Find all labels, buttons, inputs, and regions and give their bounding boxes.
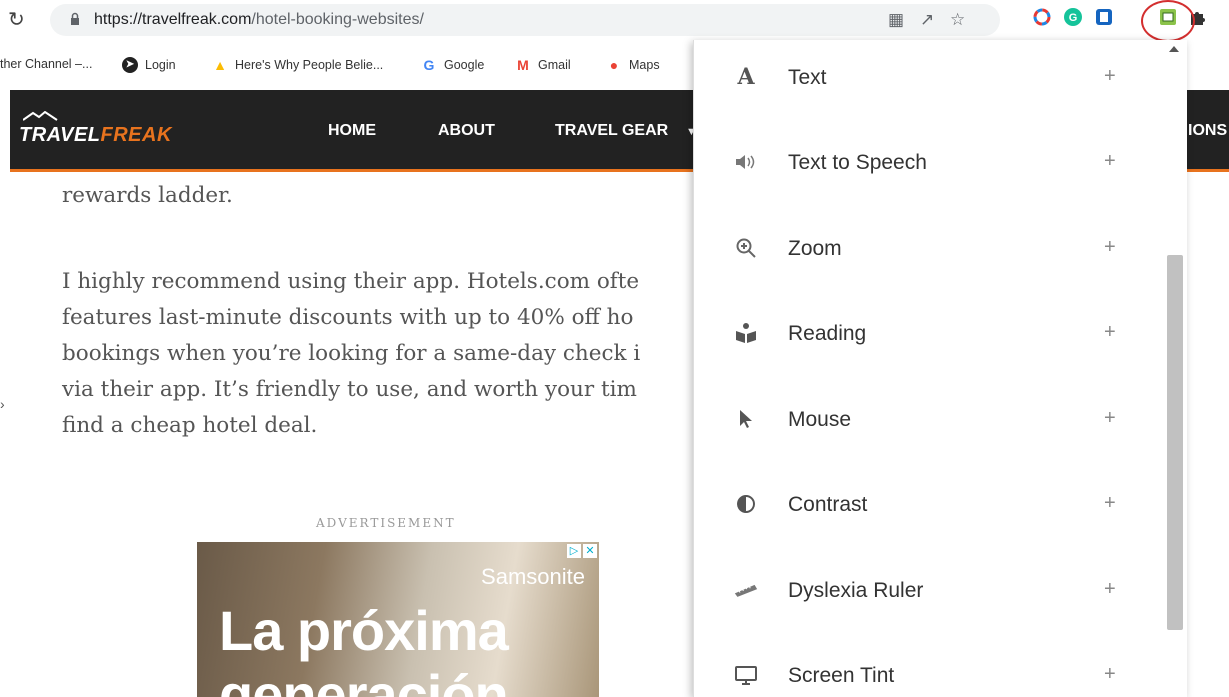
paragraph-line: bookings when you’re looking for a same-… bbox=[62, 341, 641, 366]
browser-toolbar: ↻ https://travelfreak.com/hotel-booking-… bbox=[0, 0, 1229, 42]
google-drive-icon: ▲ bbox=[213, 57, 227, 73]
cursor-icon bbox=[734, 407, 758, 431]
ad-info-icon[interactable]: ▷ bbox=[567, 544, 581, 558]
panel-item-screen-tint[interactable]: Screen Tint + bbox=[694, 655, 1164, 695]
panel-item-label: Mouse bbox=[788, 408, 852, 431]
paragraph-line: features last-minute discounts with up t… bbox=[62, 305, 634, 330]
reading-icon bbox=[734, 321, 758, 345]
maps-pin-icon: ● bbox=[609, 57, 619, 73]
url-text: https://travelfreak.com/hotel-booking-we… bbox=[94, 11, 424, 28]
speaker-icon bbox=[734, 150, 758, 174]
panel-item-label: Screen Tint bbox=[788, 664, 895, 687]
expand-plus-icon[interactable]: + bbox=[1104, 663, 1116, 686]
translate-icon[interactable]: ▦ bbox=[888, 10, 904, 30]
panel-item-label: Dyslexia Ruler bbox=[788, 579, 924, 602]
paragraph-line: I highly recommend using their app. Hote… bbox=[62, 269, 640, 294]
nav-home[interactable]: HOME bbox=[328, 122, 376, 140]
expand-plus-icon[interactable]: + bbox=[1104, 492, 1116, 515]
expand-plus-icon[interactable]: + bbox=[1104, 150, 1116, 173]
nav-about[interactable]: ABOUT bbox=[438, 122, 495, 140]
scrollbar-thumb[interactable] bbox=[1167, 255, 1183, 630]
ad-choices[interactable]: ▷ ✕ bbox=[567, 544, 597, 558]
bookmark-item[interactable]: G Google bbox=[421, 57, 485, 73]
expand-plus-icon[interactable]: + bbox=[1104, 578, 1116, 601]
address-bar[interactable]: https://travelfreak.com/hotel-booking-we… bbox=[50, 4, 1000, 36]
panel-item-zoom[interactable]: Zoom + bbox=[694, 228, 1164, 268]
bookmark-item[interactable]: ➤ Login bbox=[122, 57, 176, 73]
nav-item-truncated[interactable]: IONS bbox=[1188, 122, 1227, 140]
expand-plus-icon[interactable]: + bbox=[1104, 407, 1116, 430]
ad-close-icon[interactable]: ✕ bbox=[583, 544, 597, 558]
panel-item-label: Text bbox=[788, 66, 827, 89]
reload-icon[interactable]: ↻ bbox=[8, 7, 25, 32]
ad-headline: generación bbox=[219, 663, 509, 697]
panel-item-dyslexia-ruler[interactable]: Dyslexia Ruler + bbox=[694, 570, 1164, 610]
nav-travel-gear[interactable]: TRAVEL GEAR bbox=[555, 122, 668, 140]
grammarly-icon[interactable]: G bbox=[1063, 7, 1083, 27]
panel-item-label: Zoom bbox=[788, 237, 842, 260]
bookmark-extension-icon[interactable] bbox=[1094, 7, 1114, 27]
bookmark-item[interactable]: ther Channel –... bbox=[0, 57, 92, 71]
panel-item-label: Contrast bbox=[788, 493, 868, 516]
highlight-circle bbox=[1141, 0, 1195, 42]
ad-brand: Samsonite bbox=[481, 564, 585, 589]
expand-plus-icon[interactable]: + bbox=[1104, 321, 1116, 344]
ruler-icon bbox=[734, 578, 758, 602]
expand-plus-icon[interactable]: + bbox=[1104, 65, 1116, 88]
advertisement-label: ADVERTISEMENT bbox=[316, 516, 456, 530]
advertisement-banner[interactable]: ▷ ✕ Samsonite La próxima generación bbox=[197, 542, 599, 697]
gmail-icon: M bbox=[517, 57, 529, 73]
svg-text:G: G bbox=[1069, 12, 1078, 24]
bookmark-item[interactable]: ▲ Here's Why People Belie... bbox=[212, 57, 383, 73]
panel-item-label: Text to Speech bbox=[788, 151, 927, 174]
accessibility-panel: A Text + Text to Speech + Zoom + Reading… bbox=[693, 40, 1187, 697]
paragraph-line: find a cheap hotel deal. bbox=[62, 413, 318, 438]
panel-item-text[interactable]: A Text + bbox=[694, 57, 1164, 97]
paragraph-line: via their app. It’s friendly to use, and… bbox=[62, 377, 637, 402]
contrast-icon bbox=[734, 492, 758, 516]
star-icon[interactable]: ☆ bbox=[950, 10, 965, 30]
mountain-icon bbox=[23, 111, 58, 121]
login-icon: ➤ bbox=[122, 57, 138, 73]
panel-item-reading[interactable]: Reading + bbox=[694, 313, 1164, 353]
color-picker-extension-icon[interactable] bbox=[1032, 7, 1052, 27]
bookmark-item[interactable]: M Gmail bbox=[515, 57, 571, 73]
lock-icon bbox=[71, 12, 79, 25]
panel-item-mouse[interactable]: Mouse + bbox=[694, 399, 1164, 439]
share-icon[interactable]: ↗ bbox=[920, 10, 934, 30]
article-paragraph: I highly recommend using their app. Hote… bbox=[62, 264, 640, 444]
logo-text: TRAVELFREAK bbox=[19, 124, 172, 146]
monitor-icon bbox=[734, 663, 758, 687]
zoom-icon bbox=[734, 236, 758, 260]
margin-mark: › bbox=[0, 396, 5, 412]
bookmark-item[interactable]: ● Maps bbox=[606, 57, 660, 73]
google-icon: G bbox=[423, 57, 435, 73]
panel-item-label: Reading bbox=[788, 322, 867, 345]
panel-item-text-to-speech[interactable]: Text to Speech + bbox=[694, 142, 1164, 182]
article-text-top: rewards ladder. bbox=[62, 178, 233, 214]
scroll-up-arrow-icon[interactable] bbox=[1169, 46, 1179, 52]
panel-item-contrast[interactable]: Contrast + bbox=[694, 484, 1164, 524]
ad-headline: La próxima bbox=[219, 599, 509, 662]
text-icon: A bbox=[737, 64, 755, 90]
expand-plus-icon[interactable]: + bbox=[1104, 236, 1116, 259]
paragraph-line: rewards ladder. bbox=[62, 183, 233, 208]
